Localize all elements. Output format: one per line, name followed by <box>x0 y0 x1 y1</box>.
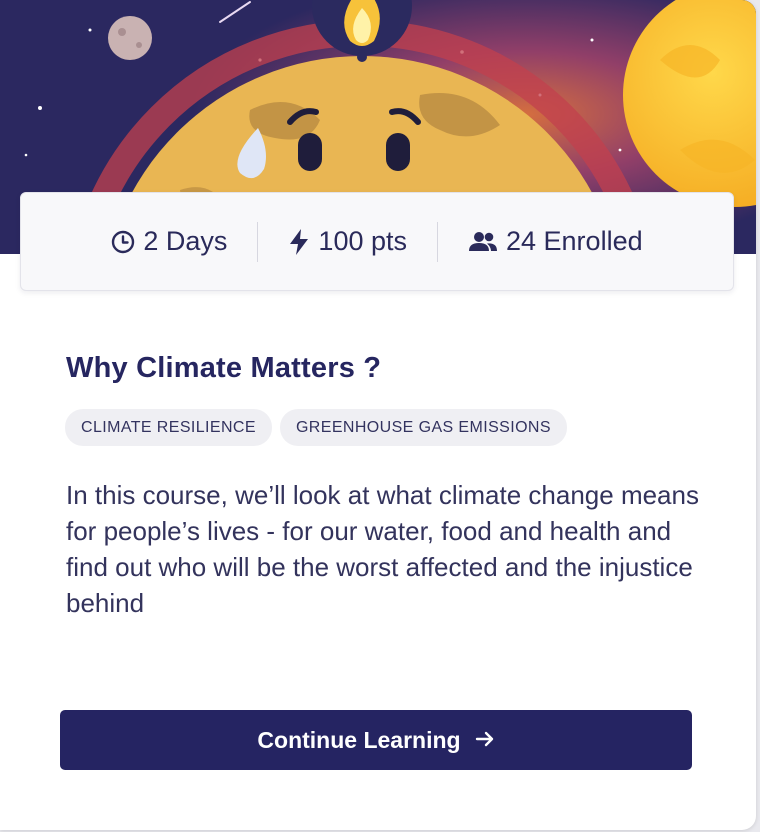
people-icon <box>468 231 498 253</box>
tag-climate-resilience[interactable]: CLIMATE RESILIENCE <box>65 409 272 446</box>
duration-value: 2 Days <box>143 226 228 256</box>
enrolled-stat: 24 Enrolled <box>468 226 643 257</box>
continue-learning-button[interactable]: Continue Learning <box>60 710 692 770</box>
stat-divider <box>437 221 438 262</box>
lightning-icon <box>288 228 310 256</box>
arrow-right-icon <box>475 727 495 754</box>
tag-greenhouse-gas-emissions[interactable]: GREENHOUSE GAS EMISSIONS <box>279 409 567 446</box>
course-stats-bar: 2 Days 100 pts 24 Enrolled <box>20 192 734 291</box>
enrolled-value: 24 Enrolled <box>506 226 643 256</box>
stat-divider <box>257 221 259 262</box>
course-card[interactable]: 2 Days 100 pts 24 Enrolled Why Climate M… <box>0 0 756 830</box>
duration-stat: 2 Days <box>111 226 227 257</box>
points-stat: 100 pts <box>288 226 407 257</box>
points-value: 100 pts <box>318 226 407 256</box>
course-description: In this course, we’ll look at what clima… <box>66 480 699 618</box>
clock-icon <box>111 230 135 254</box>
continue-learning-label: Continue Learning <box>257 726 461 753</box>
course-tags: CLIMATE RESILIENCE GREENHOUSE GAS EMISSI… <box>65 409 567 446</box>
course-title: Why Climate Matters ? <box>66 352 382 384</box>
